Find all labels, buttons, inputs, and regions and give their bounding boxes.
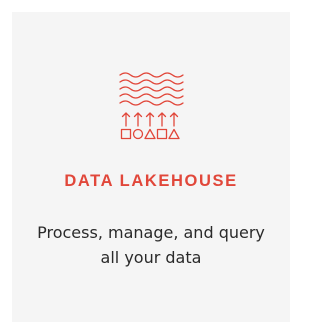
card-title: DATA LAKEHOUSE: [64, 172, 238, 190]
icon-container: [12, 68, 290, 148]
card-description: Process, manage, and query all your data: [37, 223, 265, 267]
feature-card: DATA LAKEHOUSE Process, manage, and quer…: [12, 12, 290, 322]
data-lakehouse-icon: [119, 72, 184, 140]
